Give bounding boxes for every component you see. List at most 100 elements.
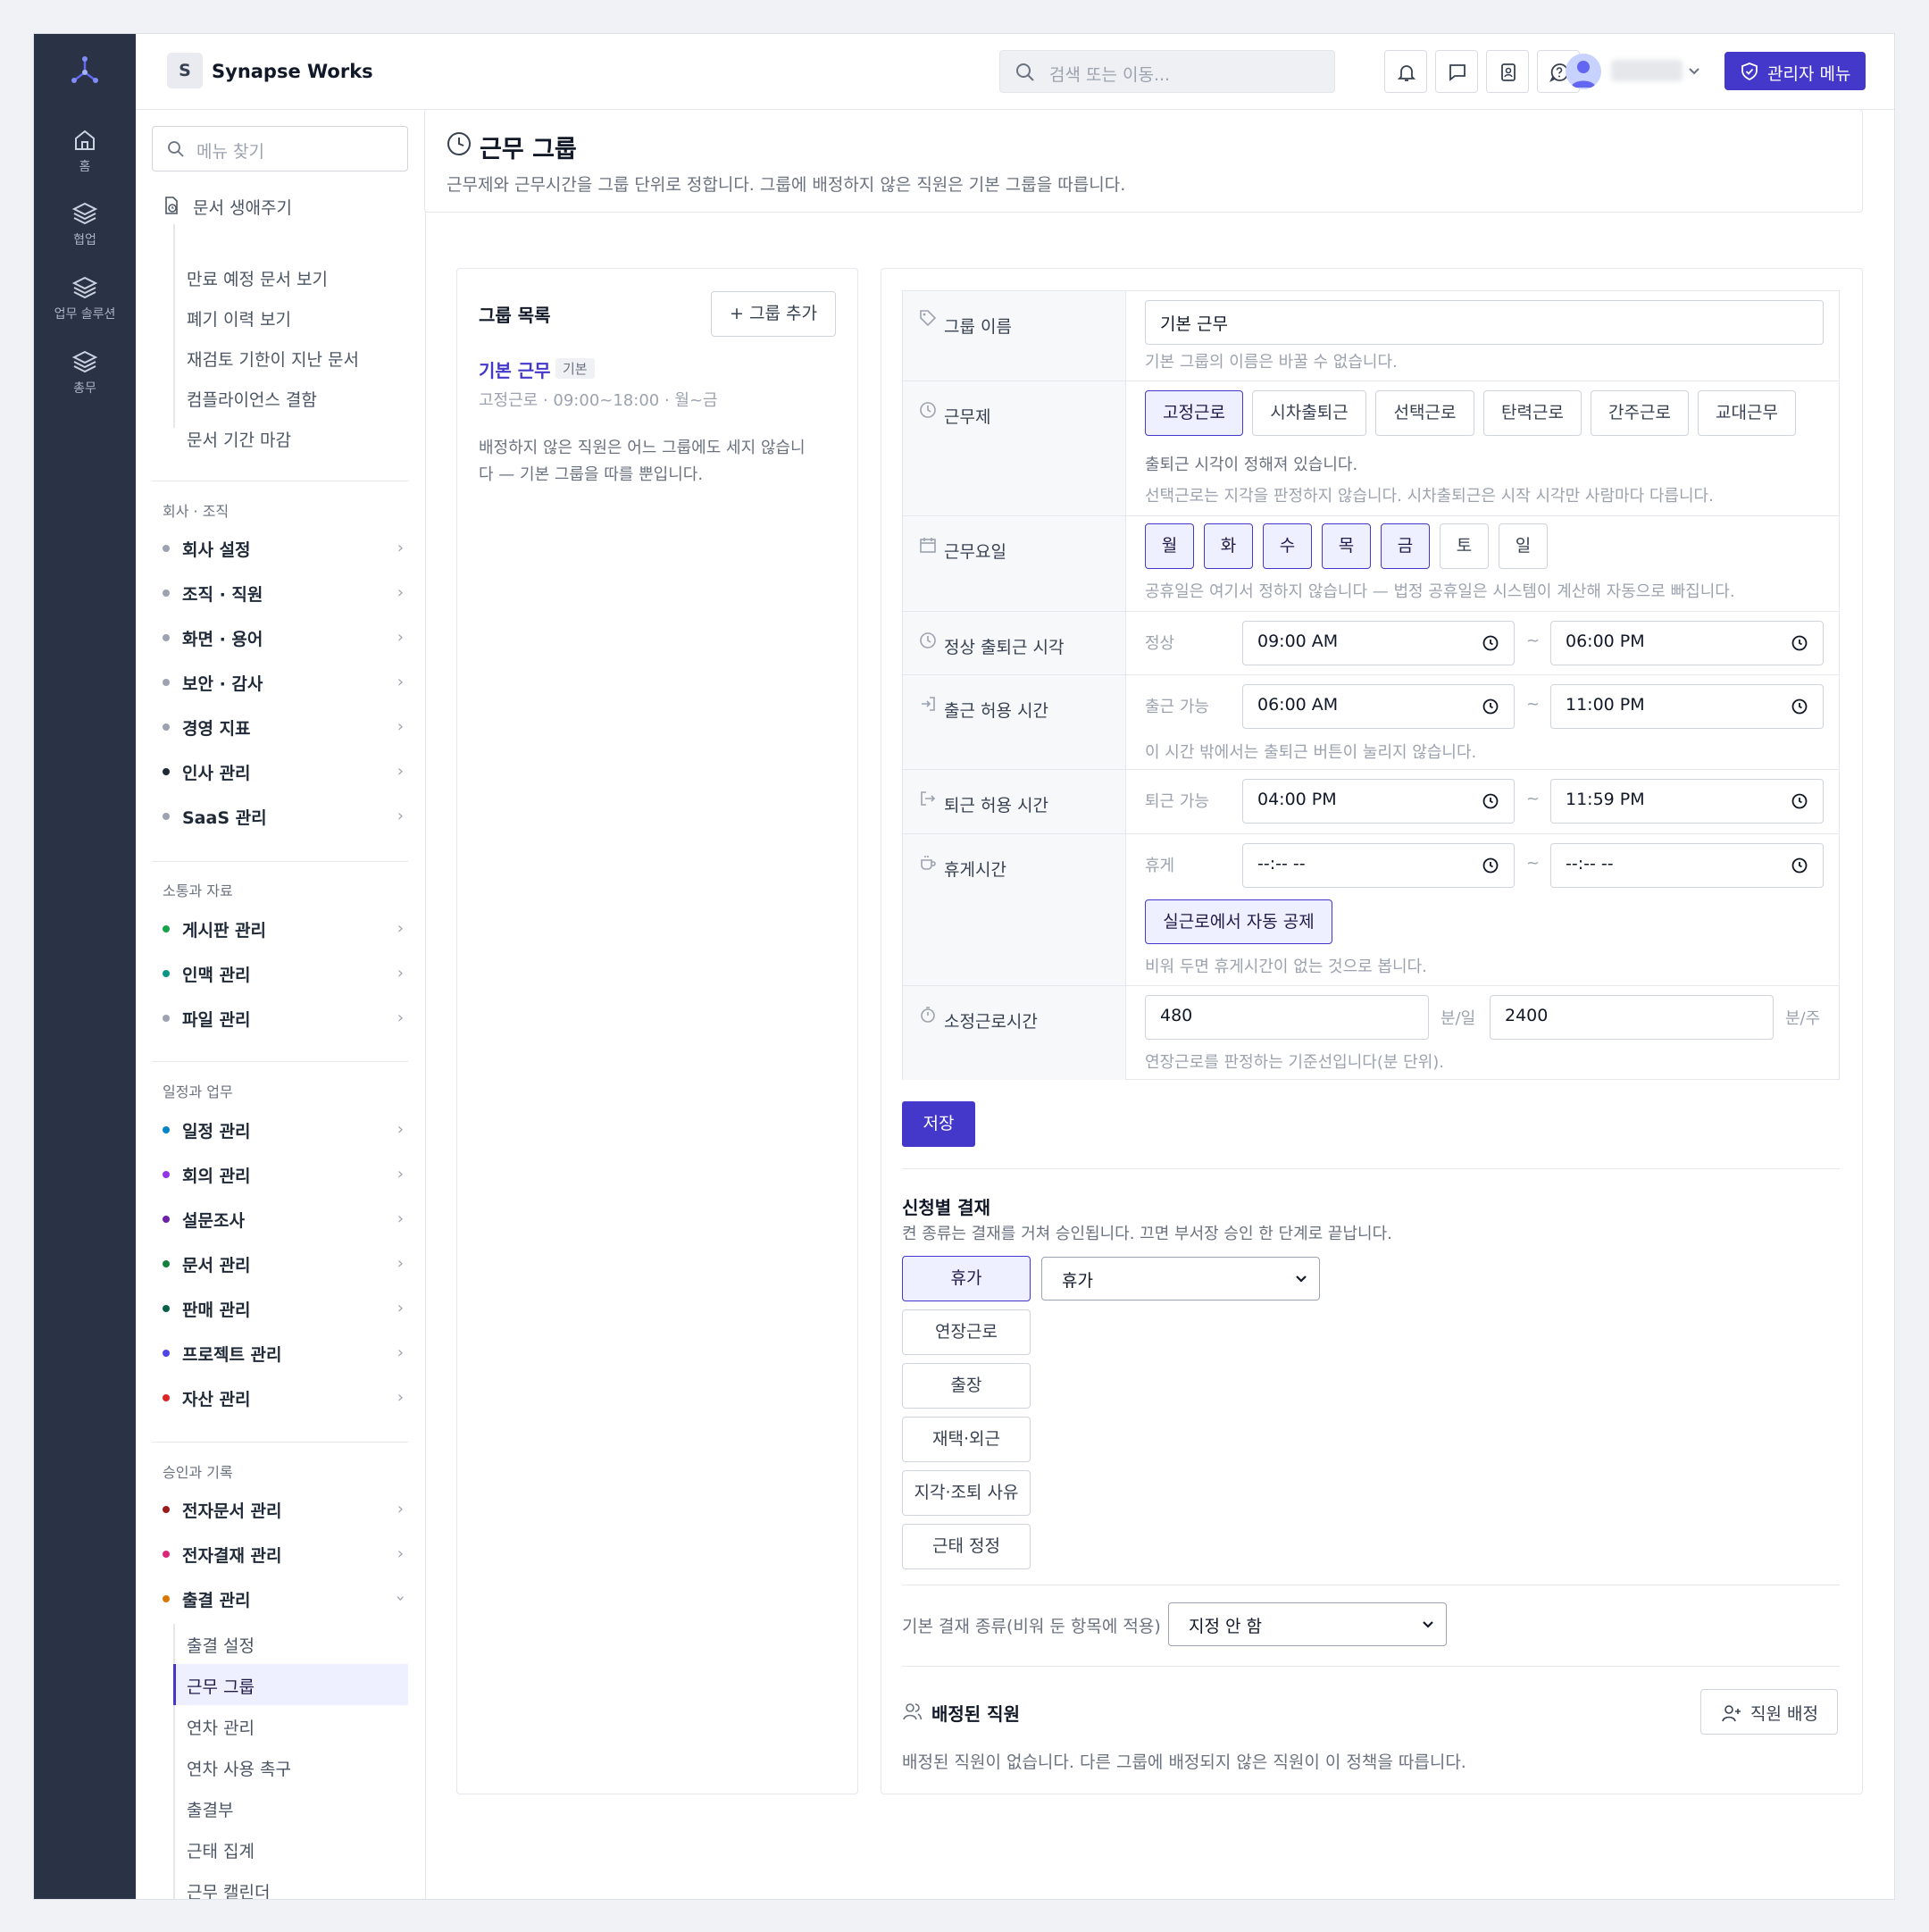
sidebar-item[interactable]: 프로젝트 관리 ›	[163, 1338, 413, 1368]
clock-icon[interactable]	[1791, 634, 1808, 652]
chevron-right-icon: ›	[397, 1254, 404, 1273]
assign-employee-button[interactable]: 직원 배정	[1700, 1689, 1838, 1735]
weekday-toggle[interactable]: 일	[1499, 523, 1548, 569]
approval-type-select[interactable]: 휴가	[1041, 1257, 1320, 1301]
chevron-down-icon: ›	[390, 1594, 410, 1602]
sidebar-subitem-active[interactable]: 근무 그룹	[187, 1674, 255, 1698]
work-system-option[interactable]: 간주근로	[1591, 390, 1689, 436]
status-dot	[163, 1015, 170, 1022]
sidebar-subitem[interactable]: 폐기 이력 보기	[187, 306, 291, 330]
sidebar-subitem[interactable]: 연차 사용 촉구	[187, 1756, 291, 1780]
rail-item-collab[interactable]: 협업	[34, 200, 136, 248]
save-button[interactable]: 저장	[902, 1101, 975, 1147]
sidebar-item[interactable]: 판매 관리 ›	[163, 1293, 413, 1324]
approval-type-tab[interactable]: 재택·외근	[902, 1417, 1031, 1462]
sidebar-item[interactable]: 경영 지표 ›	[163, 712, 413, 742]
sidebar-item[interactable]: 회의 관리 ›	[163, 1159, 413, 1190]
notifications-button[interactable]	[1384, 50, 1427, 93]
sidebar-item-doc-lifecycle[interactable]: 문서 생애주기	[163, 193, 413, 220]
global-search-input[interactable]: 검색 또는 이동...	[999, 50, 1335, 93]
clock-icon[interactable]	[1791, 857, 1808, 874]
sidebar-item[interactable]: 화면 · 용어 ›	[163, 623, 413, 653]
form-label: 근무요일	[944, 542, 1006, 562]
sidebar-item[interactable]: 회사 설정 ›	[163, 533, 413, 564]
sidebar-item[interactable]: 조직 · 직원 ›	[163, 578, 413, 608]
add-group-button[interactable]: + 그룹 추가	[711, 291, 836, 337]
admin-menu-button[interactable]: 관리자 메뉴	[1724, 52, 1866, 90]
clock-icon[interactable]	[1482, 698, 1499, 715]
sidebar-item[interactable]: 보안 · 감사 ›	[163, 667, 413, 698]
sidebar-item[interactable]: 게시판 관리 ›	[163, 914, 413, 944]
sidebar-subitem[interactable]: 근무 캘린더	[187, 1879, 270, 1899]
group-list-item[interactable]: 기본 근무 기본 고정근로 · 09:00~18:00 · 월~금	[479, 356, 836, 410]
approval-type-tab[interactable]: 근태 정정	[902, 1524, 1031, 1569]
sidebar-subitem[interactable]: 출결부	[187, 1797, 233, 1821]
auto-deduct-toggle[interactable]: 실근로에서 자동 공제	[1145, 899, 1332, 944]
checkout-start-time-input[interactable]: 04:00 PM	[1242, 779, 1515, 824]
clock-icon[interactable]	[1482, 634, 1499, 652]
weekday-toggle[interactable]: 월	[1145, 523, 1194, 569]
sidebar-subitem[interactable]: 근태 집계	[187, 1838, 255, 1862]
clock-icon[interactable]	[1482, 792, 1499, 810]
work-system-option[interactable]: 교대근무	[1698, 390, 1796, 436]
checkin-start-time-input[interactable]: 06:00 AM	[1242, 684, 1515, 729]
sidebar-item[interactable]: 인맥 관리 ›	[163, 958, 413, 989]
clock-icon[interactable]	[1791, 698, 1808, 715]
weekday-toggle[interactable]: 수	[1263, 523, 1312, 569]
break-end-time-input[interactable]: --:-- --	[1550, 843, 1824, 888]
approval-type-tab[interactable]: 연장근로	[902, 1309, 1031, 1355]
sidebar-item[interactable]: 인사 관리 ›	[163, 757, 413, 787]
rail-item-solutions[interactable]: 업무 솔루션	[34, 274, 136, 322]
sidebar-item[interactable]: 전자결재 관리 ›	[163, 1539, 413, 1569]
regular-end-time-input[interactable]: 06:00 PM	[1550, 621, 1824, 665]
sidebar-subitem[interactable]: 컴플라이언스 결함	[187, 387, 317, 411]
sidebar-subitem[interactable]: 출결 설정	[187, 1633, 255, 1657]
sidebar-subitem[interactable]: 재검토 기한이 지난 문서	[187, 347, 359, 371]
regular-start-time-input[interactable]: 09:00 AM	[1242, 621, 1515, 665]
rail-item-general-affairs[interactable]: 총무	[34, 348, 136, 397]
sidebar-item-attendance[interactable]: 출결 관리 ›	[163, 1584, 413, 1614]
work-system-option[interactable]: 시차출퇴근	[1252, 390, 1366, 436]
daily-minutes-input[interactable]: 480	[1145, 995, 1429, 1040]
sidebar-item[interactable]: 자산 관리 ›	[163, 1383, 413, 1413]
user-avatar[interactable]	[1566, 54, 1601, 89]
approval-type-tab[interactable]: 휴가	[902, 1256, 1031, 1301]
sidebar-subitem[interactable]: 만료 예정 문서 보기	[187, 266, 328, 290]
menu-search-input[interactable]: 메뉴 찾기	[152, 126, 408, 171]
work-system-option[interactable]: 고정근로	[1145, 390, 1243, 436]
clock-icon[interactable]	[1791, 792, 1808, 810]
messages-button[interactable]	[1435, 50, 1478, 93]
sidebar-item[interactable]: 전자문서 관리 ›	[163, 1494, 413, 1525]
weekly-minutes-input[interactable]: 2400	[1490, 995, 1774, 1040]
approval-type-tab[interactable]: 출장	[902, 1363, 1031, 1409]
sidebar-subitem[interactable]: 연차 관리	[187, 1715, 255, 1739]
contacts-button[interactable]	[1486, 50, 1529, 93]
form-hint: 공휴일은 여기서 정하지 않습니다 — 법정 공휴일은 시스템이 계산해 자동으…	[1145, 582, 1735, 601]
weekday-toggle[interactable]: 금	[1381, 523, 1430, 569]
weekday-toggle[interactable]: 토	[1440, 523, 1489, 569]
clock-icon[interactable]	[1482, 857, 1499, 874]
work-system-option[interactable]: 탄력근로	[1483, 390, 1582, 436]
work-system-option[interactable]: 선택근로	[1375, 390, 1474, 436]
weekday-toggle[interactable]: 목	[1322, 523, 1371, 569]
sidebar-subitem[interactable]: 문서 기간 마감	[187, 427, 291, 451]
break-start-time-input[interactable]: --:-- --	[1242, 843, 1515, 888]
sidebar-item[interactable]: 설문조사 ›	[163, 1204, 413, 1234]
default-approval-select[interactable]: 지정 안 함	[1168, 1602, 1447, 1646]
logo-icon[interactable]	[68, 54, 102, 88]
chevron-down-icon[interactable]	[1687, 65, 1701, 78]
sidebar-item[interactable]: 일정 관리 ›	[163, 1115, 413, 1145]
sidebar-item[interactable]: 문서 관리 ›	[163, 1249, 413, 1279]
group-name-input[interactable]: 기본 근무	[1145, 300, 1824, 345]
sidebar-item[interactable]: SaaS 관리 ›	[163, 801, 413, 832]
sidebar-item[interactable]: 파일 관리 ›	[163, 1003, 413, 1033]
form-hint: 비워 두면 휴게시간이 없는 것으로 봅니다.	[1145, 958, 1427, 976]
weekday-toggle[interactable]: 화	[1204, 523, 1253, 569]
sidebar-item-label: 회사 설정	[182, 540, 251, 560]
user-name-redacted[interactable]	[1611, 60, 1683, 81]
checkout-end-time-input[interactable]: 11:59 PM	[1550, 779, 1824, 824]
sidebar-item-label: 전자결재 관리	[182, 1546, 282, 1566]
approval-type-tab[interactable]: 지각·조퇴 사유	[902, 1470, 1031, 1516]
rail-item-home[interactable]: 홈	[34, 127, 136, 175]
checkin-end-time-input[interactable]: 11:00 PM	[1550, 684, 1824, 729]
